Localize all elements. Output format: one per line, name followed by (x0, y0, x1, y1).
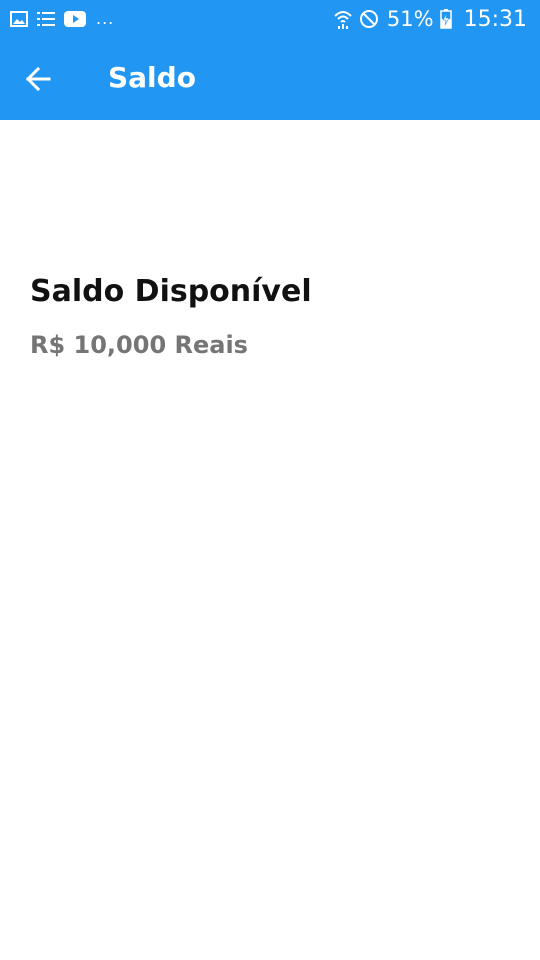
more-notifications-indicator: ... (96, 9, 115, 28)
notification-icons: ... (10, 8, 114, 30)
arrow-back-icon (25, 67, 51, 91)
screen: ... 51% 15:31 Saldo Saldo Disponível R$ … (0, 0, 540, 960)
youtube-icon (64, 11, 86, 27)
battery-charging-icon (439, 9, 452, 29)
balance-heading: Saldo Disponível (30, 274, 312, 309)
battery-percent: 51% (386, 7, 434, 31)
status-bar: ... 51% 15:31 (0, 0, 540, 38)
balance-section: Saldo Disponível R$ 10,000 Reais (30, 270, 510, 360)
app-bar: Saldo (0, 38, 540, 120)
back-button[interactable] (18, 59, 58, 99)
clock: 15:31 (463, 6, 527, 32)
page-title: Saldo (108, 61, 196, 94)
list-icon (36, 10, 56, 28)
do-not-disturb-icon (359, 9, 379, 29)
balance-value: R$ 10,000 Reais (30, 331, 248, 359)
image-icon (10, 11, 28, 27)
system-status: 51% 15:31 (333, 6, 527, 32)
wifi-icon (333, 8, 353, 30)
